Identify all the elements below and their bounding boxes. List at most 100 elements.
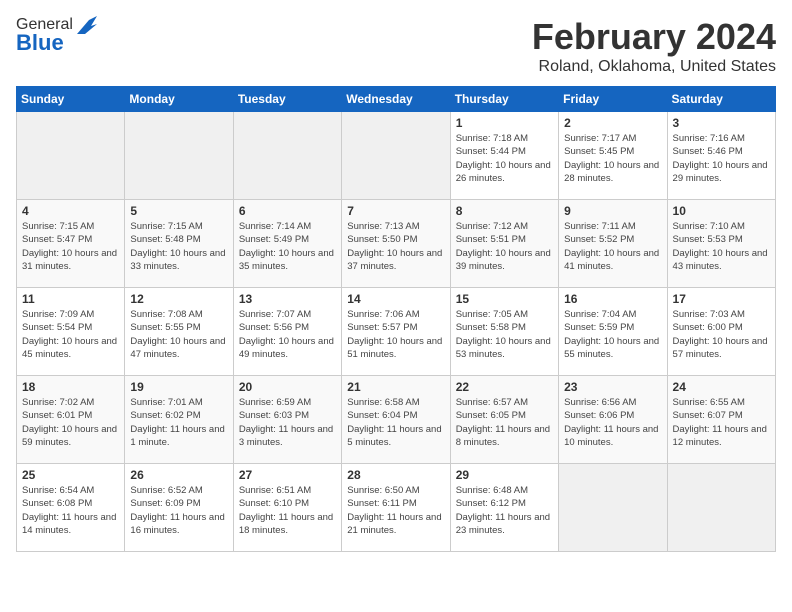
day-info: Sunrise: 7:12 AM Sunset: 5:51 PM Dayligh… xyxy=(456,220,553,273)
day-info: Sunrise: 6:58 AM Sunset: 6:04 PM Dayligh… xyxy=(347,396,444,449)
day-number: 24 xyxy=(673,380,770,394)
day-info: Sunrise: 6:55 AM Sunset: 6:07 PM Dayligh… xyxy=(673,396,770,449)
calendar-cell: 14 Sunrise: 7:06 AM Sunset: 5:57 PM Dayli… xyxy=(342,288,450,376)
day-number: 22 xyxy=(456,380,553,394)
calendar-cell: 19 Sunrise: 7:01 AM Sunset: 6:02 PM Dayli… xyxy=(125,376,233,464)
day-info: Sunrise: 7:02 AM Sunset: 6:01 PM Dayligh… xyxy=(22,396,119,449)
day-of-week-monday: Monday xyxy=(125,87,233,112)
day-number: 6 xyxy=(239,204,336,218)
day-of-week-tuesday: Tuesday xyxy=(233,87,341,112)
week-row-1: 1 Sunrise: 7:18 AM Sunset: 5:44 PM Daylig… xyxy=(17,112,776,200)
calendar-cell: 27Sunrise: 6:51 AM Sunset: 6:10 PM Dayli… xyxy=(233,464,341,552)
day-of-week-thursday: Thursday xyxy=(450,87,558,112)
day-number: 2 xyxy=(564,116,661,130)
day-number: 10 xyxy=(673,204,770,218)
day-number: 1 xyxy=(456,116,553,130)
day-info: Sunrise: 6:54 AM Sunset: 6:08 PM Dayligh… xyxy=(22,484,119,537)
calendar-cell xyxy=(125,112,233,200)
day-number: 7 xyxy=(347,204,444,218)
day-info: Sunrise: 7:08 AM Sunset: 5:55 PM Dayligh… xyxy=(130,308,227,361)
calendar-cell: 7Sunrise: 7:13 AM Sunset: 5:50 PM Daylig… xyxy=(342,200,450,288)
day-number: 4 xyxy=(22,204,119,218)
day-info: Sunrise: 7:04 AM Sunset: 5:59 PM Dayligh… xyxy=(564,308,661,361)
day-number: 14 xyxy=(347,292,444,306)
calendar-cell: 3 Sunrise: 7:16 AM Sunset: 5:46 PM Daylig… xyxy=(667,112,775,200)
day-info: Sunrise: 7:07 AM Sunset: 5:56 PM Dayligh… xyxy=(239,308,336,361)
calendar-cell: 23Sunrise: 6:56 AM Sunset: 6:06 PM Dayli… xyxy=(559,376,667,464)
day-number: 21 xyxy=(347,380,444,394)
day-info: Sunrise: 7:15 AM Sunset: 5:47 PM Dayligh… xyxy=(22,220,119,273)
calendar-cell: 6 Sunrise: 7:14 AM Sunset: 5:49 PM Daylig… xyxy=(233,200,341,288)
calendar-cell: 12 Sunrise: 7:08 AM Sunset: 5:55 PM Dayli… xyxy=(125,288,233,376)
day-number: 11 xyxy=(22,292,119,306)
day-number: 3 xyxy=(673,116,770,130)
calendar-cell xyxy=(342,112,450,200)
calendar-cell: 13 Sunrise: 7:07 AM Sunset: 5:56 PM Dayli… xyxy=(233,288,341,376)
day-info: Sunrise: 6:48 AM Sunset: 6:12 PM Dayligh… xyxy=(456,484,553,537)
calendar-cell: 11 Sunrise: 7:09 AM Sunset: 5:54 PM Dayli… xyxy=(17,288,125,376)
day-info: Sunrise: 7:06 AM Sunset: 5:57 PM Dayligh… xyxy=(347,308,444,361)
day-of-week-friday: Friday xyxy=(559,87,667,112)
calendar-cell: 1 Sunrise: 7:18 AM Sunset: 5:44 PM Daylig… xyxy=(450,112,558,200)
calendar-cell xyxy=(233,112,341,200)
logo: General Blue xyxy=(16,16,97,56)
calendar-subtitle: Roland, Oklahoma, United States xyxy=(532,58,776,76)
calendar-cell: 5 Sunrise: 7:15 AM Sunset: 5:48 PM Daylig… xyxy=(125,200,233,288)
calendar-cell: 26 Sunrise: 6:52 AM Sunset: 6:09 PM Dayli… xyxy=(125,464,233,552)
title-block: February 2024 Roland, Oklahoma, United S… xyxy=(532,16,776,76)
day-info: Sunrise: 7:18 AM Sunset: 5:44 PM Dayligh… xyxy=(456,132,553,185)
day-number: 12 xyxy=(130,292,227,306)
day-info: Sunrise: 6:52 AM Sunset: 6:09 PM Dayligh… xyxy=(130,484,227,537)
calendar-cell: 9 Sunrise: 7:11 AM Sunset: 5:52 PM Daylig… xyxy=(559,200,667,288)
logo-bird-icon xyxy=(75,16,97,34)
day-info: Sunrise: 6:59 AM Sunset: 6:03 PM Dayligh… xyxy=(239,396,336,449)
day-info: Sunrise: 6:50 AM Sunset: 6:11 PM Dayligh… xyxy=(347,484,444,537)
day-info: Sunrise: 7:09 AM Sunset: 5:54 PM Dayligh… xyxy=(22,308,119,361)
day-info: Sunrise: 7:05 AM Sunset: 5:58 PM Dayligh… xyxy=(456,308,553,361)
day-number: 20 xyxy=(239,380,336,394)
day-info: Sunrise: 7:11 AM Sunset: 5:52 PM Dayligh… xyxy=(564,220,661,273)
calendar-cell: 4 Sunrise: 7:15 AM Sunset: 5:47 PM Daylig… xyxy=(17,200,125,288)
day-number: 25 xyxy=(22,468,119,482)
day-number: 23 xyxy=(564,380,661,394)
calendar-cell: 16 Sunrise: 7:04 AM Sunset: 5:59 PM Dayli… xyxy=(559,288,667,376)
day-number: 26 xyxy=(130,468,227,482)
day-number: 13 xyxy=(239,292,336,306)
calendar-cell: 25 Sunrise: 6:54 AM Sunset: 6:08 PM Dayli… xyxy=(17,464,125,552)
day-info: Sunrise: 6:57 AM Sunset: 6:05 PM Dayligh… xyxy=(456,396,553,449)
day-number: 8 xyxy=(456,204,553,218)
calendar-cell: 28Sunrise: 6:50 AM Sunset: 6:11 PM Dayli… xyxy=(342,464,450,552)
calendar-cell: 24 Sunrise: 6:55 AM Sunset: 6:07 PM Dayli… xyxy=(667,376,775,464)
week-row-2: 4 Sunrise: 7:15 AM Sunset: 5:47 PM Daylig… xyxy=(17,200,776,288)
day-number: 16 xyxy=(564,292,661,306)
calendar-cell: 8 Sunrise: 7:12 AM Sunset: 5:51 PM Daylig… xyxy=(450,200,558,288)
day-number: 18 xyxy=(22,380,119,394)
day-of-week-sunday: Sunday xyxy=(17,87,125,112)
day-info: Sunrise: 7:17 AM Sunset: 5:45 PM Dayligh… xyxy=(564,132,661,185)
day-info: Sunrise: 7:03 AM Sunset: 6:00 PM Dayligh… xyxy=(673,308,770,361)
day-info: Sunrise: 7:14 AM Sunset: 5:49 PM Dayligh… xyxy=(239,220,336,273)
calendar-cell xyxy=(559,464,667,552)
calendar-header-row: SundayMondayTuesdayWednesdayThursdayFrid… xyxy=(17,87,776,112)
calendar-cell: 21 Sunrise: 6:58 AM Sunset: 6:04 PM Dayli… xyxy=(342,376,450,464)
day-number: 9 xyxy=(564,204,661,218)
calendar-cell: 2 Sunrise: 7:17 AM Sunset: 5:45 PM Daylig… xyxy=(559,112,667,200)
day-info: Sunrise: 7:16 AM Sunset: 5:46 PM Dayligh… xyxy=(673,132,770,185)
calendar-table: SundayMondayTuesdayWednesdayThursdayFrid… xyxy=(16,86,776,552)
day-info: Sunrise: 7:01 AM Sunset: 6:02 PM Dayligh… xyxy=(130,396,227,449)
calendar-cell: 29Sunrise: 6:48 AM Sunset: 6:12 PM Dayli… xyxy=(450,464,558,552)
day-info: Sunrise: 7:10 AM Sunset: 5:53 PM Dayligh… xyxy=(673,220,770,273)
day-info: Sunrise: 7:15 AM Sunset: 5:48 PM Dayligh… xyxy=(130,220,227,273)
calendar-cell: 18 Sunrise: 7:02 AM Sunset: 6:01 PM Dayli… xyxy=(17,376,125,464)
day-number: 19 xyxy=(130,380,227,394)
calendar-cell xyxy=(667,464,775,552)
day-number: 5 xyxy=(130,204,227,218)
week-row-5: 25 Sunrise: 6:54 AM Sunset: 6:08 PM Dayli… xyxy=(17,464,776,552)
calendar-cell: 10 Sunrise: 7:10 AM Sunset: 5:53 PM Dayli… xyxy=(667,200,775,288)
day-of-week-saturday: Saturday xyxy=(667,87,775,112)
week-row-3: 11 Sunrise: 7:09 AM Sunset: 5:54 PM Dayli… xyxy=(17,288,776,376)
calendar-cell: 15Sunrise: 7:05 AM Sunset: 5:58 PM Dayli… xyxy=(450,288,558,376)
calendar-title: February 2024 xyxy=(532,16,776,58)
calendar-cell xyxy=(17,112,125,200)
day-of-week-wednesday: Wednesday xyxy=(342,87,450,112)
